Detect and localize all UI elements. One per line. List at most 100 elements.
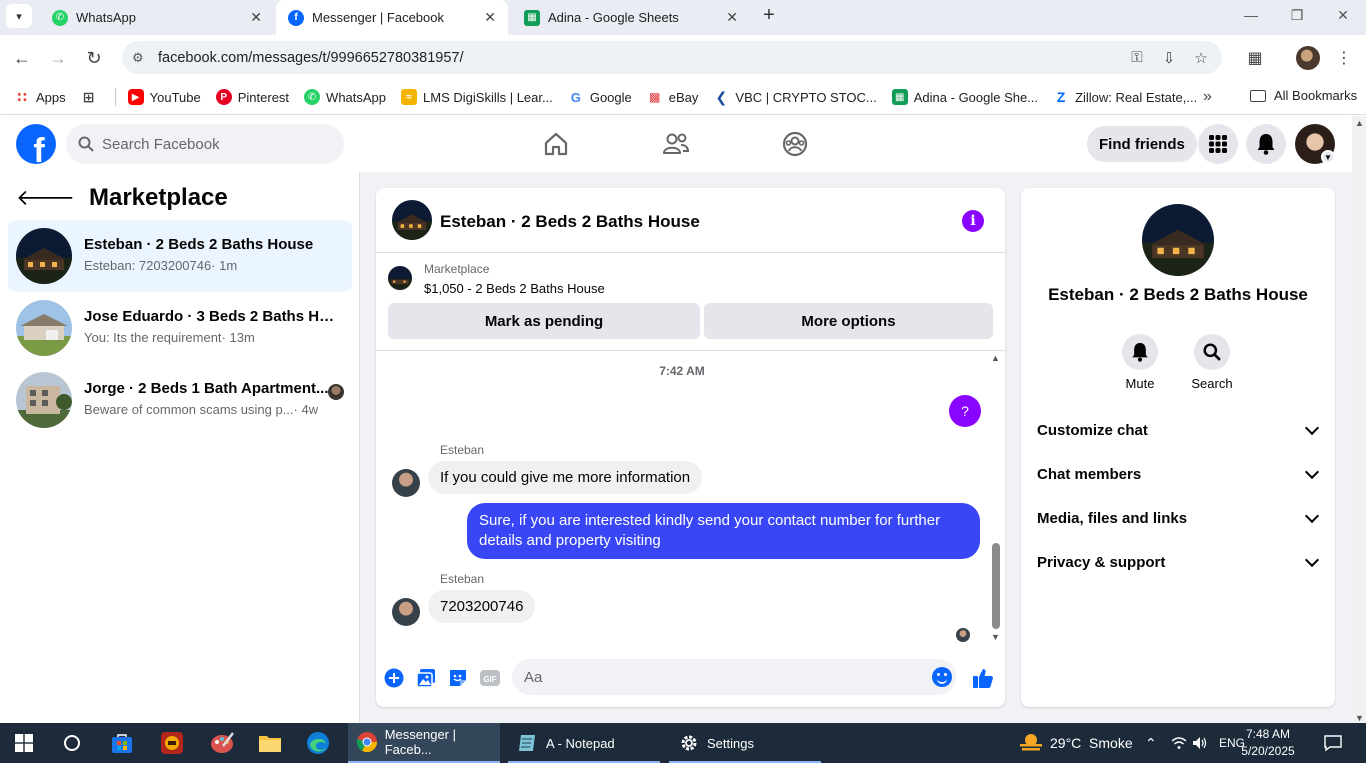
incoming-message[interactable]: If you could give me more information — [428, 461, 703, 494]
notifications-bell-icon[interactable] — [1246, 124, 1286, 164]
all-bookmarks-button[interactable]: All Bookmarks — [1250, 88, 1357, 103]
thread-scrollbar[interactable]: ▲ ▼ — [989, 351, 1003, 649]
groups-icon[interactable] — [779, 128, 811, 160]
profile-avatar[interactable] — [1296, 46, 1320, 70]
conversation-item[interactable]: Jose Eduardo · 3 Beds 2 Baths Hou... You… — [8, 292, 352, 364]
conversation-large-avatar[interactable] — [1142, 204, 1214, 276]
taskbar-app-settings[interactable]: Settings — [669, 723, 821, 763]
tray-overflow-chevron-icon[interactable]: ⌃ — [1145, 723, 1157, 763]
volume-speaker-icon[interactable] — [1192, 723, 1208, 763]
tab-search-chevron-icon[interactable]: ▾ — [6, 4, 32, 28]
info-icon[interactable]: i — [962, 210, 984, 232]
extensions-puzzle-icon[interactable]: ▦ — [1243, 46, 1267, 70]
chat-title[interactable]: Esteban · 2 Beds 2 Baths House — [440, 212, 700, 232]
bookmark-zillow[interactable]: Z Zillow: Real Estate,... — [1053, 89, 1197, 105]
scroll-down-arrow-icon[interactable]: ▼ — [1355, 713, 1364, 723]
conversation-item[interactable]: Jorge · 2 Beds 1 Bath Apartment... Bewar… — [8, 364, 352, 436]
bookmark-star-icon[interactable]: ☆ — [1190, 47, 1212, 69]
taskbar-app-chrome-messenger[interactable]: Messenger | Faceb... — [348, 723, 500, 763]
conversation-item[interactable]: Esteban · 2 Beds 2 Baths House Esteban: … — [8, 220, 352, 292]
sender-avatar[interactable] — [392, 469, 420, 497]
search-box[interactable] — [66, 124, 344, 164]
file-explorer-icon[interactable] — [256, 729, 284, 757]
store-icon[interactable] — [108, 729, 136, 757]
bookmark-google[interactable]: G Google — [568, 89, 632, 105]
message-timestamp: 7:42 AM — [659, 364, 705, 378]
bookmark-vbc[interactable]: ❮ VBC | CRYPTO STOC... — [713, 89, 877, 105]
new-tab-plus-icon[interactable]: + — [758, 4, 780, 26]
browser-menu-icon[interactable]: ⋮ — [1332, 46, 1356, 70]
site-settings-icon[interactable]: ⚙ — [132, 50, 152, 66]
scroll-up-arrow-icon[interactable]: ▲ — [991, 353, 1000, 363]
plus-actions-icon[interactable] — [383, 667, 405, 689]
menu-grid-icon[interactable] — [1198, 124, 1238, 164]
close-tab-icon[interactable]: ✕ — [484, 9, 496, 26]
bookmark-ebay[interactable]: ▩ eBay — [647, 89, 698, 105]
scroll-thumb[interactable] — [992, 543, 1000, 629]
bookmark-youtube[interactable]: ▶ YouTube — [127, 89, 201, 105]
scroll-down-arrow-icon[interactable]: ▼ — [991, 632, 1000, 642]
tab-messenger[interactable]: f Messenger | Facebook ✕ — [276, 0, 508, 35]
search-in-conversation-button[interactable]: Search — [1182, 334, 1242, 391]
emoji-smile-icon[interactable] — [932, 667, 952, 687]
close-tab-icon[interactable]: ✕ — [726, 9, 738, 26]
bookmark-whatsapp[interactable]: ✆ WhatsApp — [304, 89, 386, 105]
sent-question-bubble[interactable]: ? — [949, 395, 981, 427]
sender-avatar[interactable] — [392, 598, 420, 626]
thumbs-up-like-icon[interactable] — [972, 667, 994, 689]
tab-google-sheets[interactable]: ▦ Adina - Google Sheets ✕ — [512, 0, 750, 35]
bookmark-tab-groups[interactable]: ⊞ — [81, 89, 103, 105]
bookmark-sheets[interactable]: ▦ Adina - Google She... — [891, 89, 1038, 105]
incoming-message[interactable]: 7203200746 — [428, 590, 536, 623]
close-tab-icon[interactable]: ✕ — [250, 9, 262, 26]
sticker-icon[interactable] — [447, 667, 469, 689]
bookmark-lms[interactable]: ≈ LMS DigiSkills | Lear... — [401, 89, 553, 105]
tab-whatsapp[interactable]: ✆ WhatsApp ✕ — [40, 0, 274, 35]
section-label: Privacy & support — [1037, 553, 1166, 571]
url-text[interactable]: facebook.com/messages/t/9996652780381957… — [158, 50, 1126, 66]
message-input[interactable] — [512, 659, 956, 695]
address-bar[interactable]: ⚙ facebook.com/messages/t/99966527803819… — [122, 41, 1222, 74]
photo-icon[interactable] — [415, 667, 437, 689]
taskbar-app-notepad[interactable]: A - Notepad — [508, 723, 660, 763]
gif-icon[interactable]: GIF — [479, 667, 501, 689]
find-friends-button[interactable]: Find friends — [1087, 126, 1197, 162]
weather-widget[interactable]: 29°C Smoke — [1018, 723, 1133, 763]
reload-icon[interactable]: ↻ — [82, 46, 106, 70]
install-app-icon[interactable]: ⇩ — [1158, 47, 1180, 69]
network-wifi-icon[interactable] — [1171, 723, 1187, 763]
restore-icon[interactable]: ❐ — [1284, 4, 1310, 26]
back-arrow-icon[interactable]: ← — [10, 46, 34, 70]
forward-arrow-icon[interactable]: → — [46, 46, 70, 70]
customize-chat-section[interactable]: Customize chat — [1037, 408, 1323, 452]
bookmark-apps[interactable]: ∷ Apps — [14, 89, 66, 105]
account-chevron-down-icon[interactable]: ▼ — [1321, 150, 1335, 164]
minimize-icon[interactable]: — — [1238, 4, 1264, 26]
scroll-up-arrow-icon[interactable]: ▲ — [1355, 118, 1364, 128]
chat-avatar[interactable] — [392, 200, 432, 240]
page-scrollbar[interactable]: ▲ ▼ — [1352, 116, 1366, 723]
privacy-support-section[interactable]: Privacy & support — [1037, 540, 1323, 584]
mute-button[interactable]: Mute — [1110, 334, 1170, 391]
game-app-icon[interactable] — [158, 729, 186, 757]
outgoing-message[interactable]: Sure, if you are interested kindly send … — [467, 503, 980, 559]
home-icon[interactable] — [540, 128, 572, 160]
paint-app-icon[interactable] — [208, 729, 236, 757]
back-arrow-icon[interactable]: 🡐 — [16, 185, 75, 211]
more-bookmarks-chevron-icon[interactable]: » — [1203, 88, 1212, 106]
notifications-chat-icon[interactable] — [1323, 723, 1343, 763]
windows-start-icon[interactable] — [10, 729, 38, 757]
bookmark-pinterest[interactable]: P Pinterest — [215, 89, 289, 105]
password-key-icon[interactable]: ⚿ — [1126, 47, 1148, 69]
media-files-links-section[interactable]: Media, files and links — [1037, 496, 1323, 540]
system-clock[interactable]: 7:48 AM 5/20/2025 — [1228, 726, 1308, 760]
facebook-logo-icon[interactable]: f — [16, 124, 56, 164]
edge-browser-icon[interactable] — [304, 729, 332, 757]
task-search-circle-icon[interactable] — [58, 729, 86, 757]
chat-members-section[interactable]: Chat members — [1037, 452, 1323, 496]
friends-icon[interactable] — [660, 128, 692, 160]
mark-as-pending-button[interactable]: Mark as pending — [388, 303, 700, 339]
close-window-icon[interactable]: ✕ — [1330, 4, 1356, 26]
more-options-button[interactable]: More options — [704, 303, 993, 339]
search-input[interactable] — [102, 135, 322, 153]
